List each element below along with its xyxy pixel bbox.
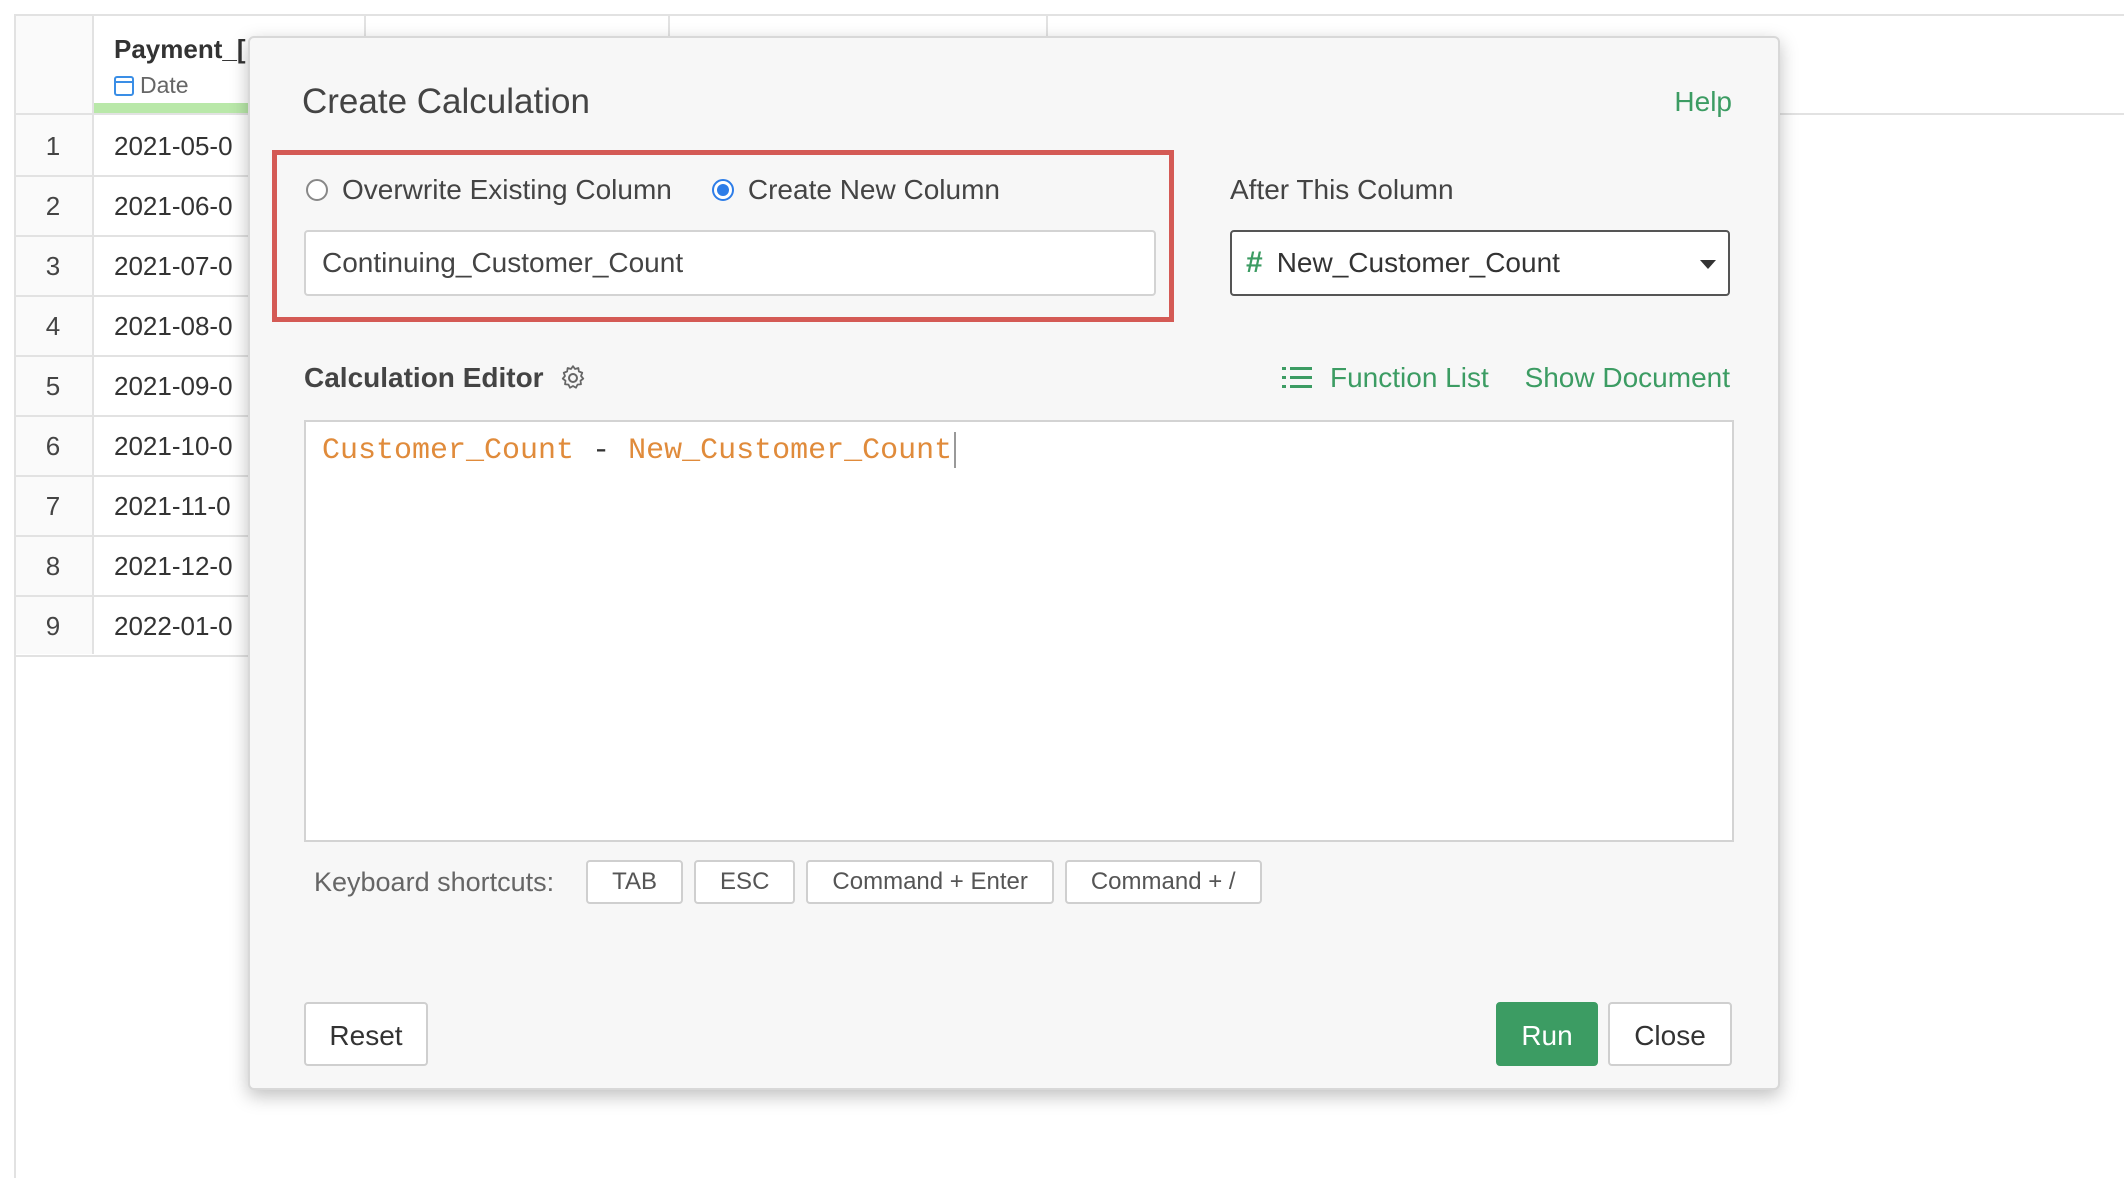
column-separator: [364, 14, 366, 36]
code-field-token: New_Customer_Count: [628, 433, 953, 468]
table-row[interactable]: 1 2021-05-0: [14, 115, 254, 177]
table-cell[interactable]: 2021-05-0: [114, 131, 233, 162]
calculation-editor-header: Calculation Editor: [304, 362, 588, 394]
table-cell[interactable]: 2022-01-0: [114, 611, 233, 642]
function-list-link[interactable]: Function List: [1282, 362, 1489, 394]
grid-top-border: [14, 14, 2124, 16]
table-row[interactable]: 9 2022-01-0: [14, 595, 254, 657]
shortcut-key[interactable]: TAB: [586, 860, 684, 904]
after-column-label: After This Column: [1230, 174, 1454, 205]
reset-button[interactable]: Reset: [304, 1002, 428, 1066]
after-column-select[interactable]: # New_Customer_Count: [1230, 230, 1730, 296]
calculation-editor-label: Calculation Editor: [304, 362, 544, 393]
dialog-title: Create Calculation: [302, 82, 590, 121]
gear-icon[interactable]: [558, 363, 588, 393]
text-cursor: [954, 432, 957, 468]
row-number: 9: [45, 611, 61, 641]
close-button[interactable]: Close: [1608, 1002, 1732, 1066]
column-header-payment[interactable]: Payment_[ Date: [94, 16, 254, 113]
table-row[interactable]: 7 2021-11-0: [14, 475, 254, 537]
shortcut-key[interactable]: Command + Enter: [806, 860, 1054, 904]
column-type: Date: [114, 72, 189, 99]
caret-down-icon: [1700, 260, 1716, 269]
help-link[interactable]: Help: [1674, 86, 1732, 118]
row-number: 5: [45, 371, 61, 401]
calculation-editor[interactable]: Customer_Count - New_Customer_Count: [304, 420, 1734, 842]
hash-icon: #: [1246, 246, 1263, 279]
calendar-icon: [114, 75, 134, 96]
row-number: 4: [45, 311, 61, 341]
table-cell[interactable]: 2021-11-0: [114, 491, 231, 522]
column-separator: [1046, 14, 1048, 36]
row-number: 7: [45, 491, 61, 521]
code-operator-token: -: [592, 433, 629, 468]
table-row[interactable]: 6 2021-10-0: [14, 415, 254, 477]
table-row[interactable]: 5 2021-09-0: [14, 355, 254, 417]
list-icon: [1282, 367, 1312, 388]
code-field-token: Customer_Count: [322, 433, 575, 468]
create-calculation-dialog: Create Calculation Help Overwrite Existi…: [248, 36, 1780, 1090]
row-number: 3: [45, 251, 61, 281]
table-row[interactable]: 8 2021-12-0: [14, 535, 254, 597]
table-cell[interactable]: 2021-12-0: [114, 551, 233, 582]
table-cell[interactable]: 2021-10-0: [114, 431, 233, 462]
table-cell[interactable]: 2021-07-0: [114, 251, 233, 282]
column-quality-bar: [94, 103, 254, 113]
run-button[interactable]: Run: [1496, 1002, 1598, 1066]
table-cell[interactable]: 2021-08-0: [114, 311, 233, 342]
row-number: 8: [45, 551, 61, 581]
row-number: 2: [45, 191, 61, 221]
table-row[interactable]: 2 2021-06-0: [14, 175, 254, 237]
row-number: 6: [45, 431, 61, 461]
column-header-name: Payment_[: [114, 34, 246, 64]
column-type-label: Date: [140, 72, 189, 98]
table-row[interactable]: 3 2021-07-0: [14, 235, 254, 297]
function-list-label: Function List: [1330, 362, 1489, 393]
new-column-name-input[interactable]: [304, 230, 1156, 296]
create-new-radio-label[interactable]: Create New Column: [748, 174, 1000, 206]
table-row[interactable]: 4 2021-08-0: [14, 295, 254, 357]
table-cell[interactable]: 2021-09-0: [114, 371, 233, 402]
keyboard-shortcuts: Keyboard shortcuts: TAB ESC Command + En…: [314, 860, 1273, 904]
show-document-link[interactable]: Show Document: [1525, 362, 1730, 394]
row-number: 1: [45, 131, 61, 161]
shortcut-key[interactable]: ESC: [694, 860, 796, 904]
keyboard-shortcuts-label: Keyboard shortcuts:: [314, 866, 555, 897]
overwrite-radio-label[interactable]: Overwrite Existing Column: [342, 174, 672, 206]
overwrite-radio[interactable]: [306, 179, 328, 201]
shortcut-key[interactable]: Command + /: [1064, 860, 1262, 904]
column-separator: [668, 14, 670, 36]
table-cell[interactable]: 2021-06-0: [114, 191, 233, 222]
create-new-radio[interactable]: [711, 179, 734, 201]
after-column-value: New_Customer_Count: [1276, 247, 1560, 278]
column-mode-radio-group: Overwrite Existing Column Create New Col…: [306, 174, 1040, 206]
